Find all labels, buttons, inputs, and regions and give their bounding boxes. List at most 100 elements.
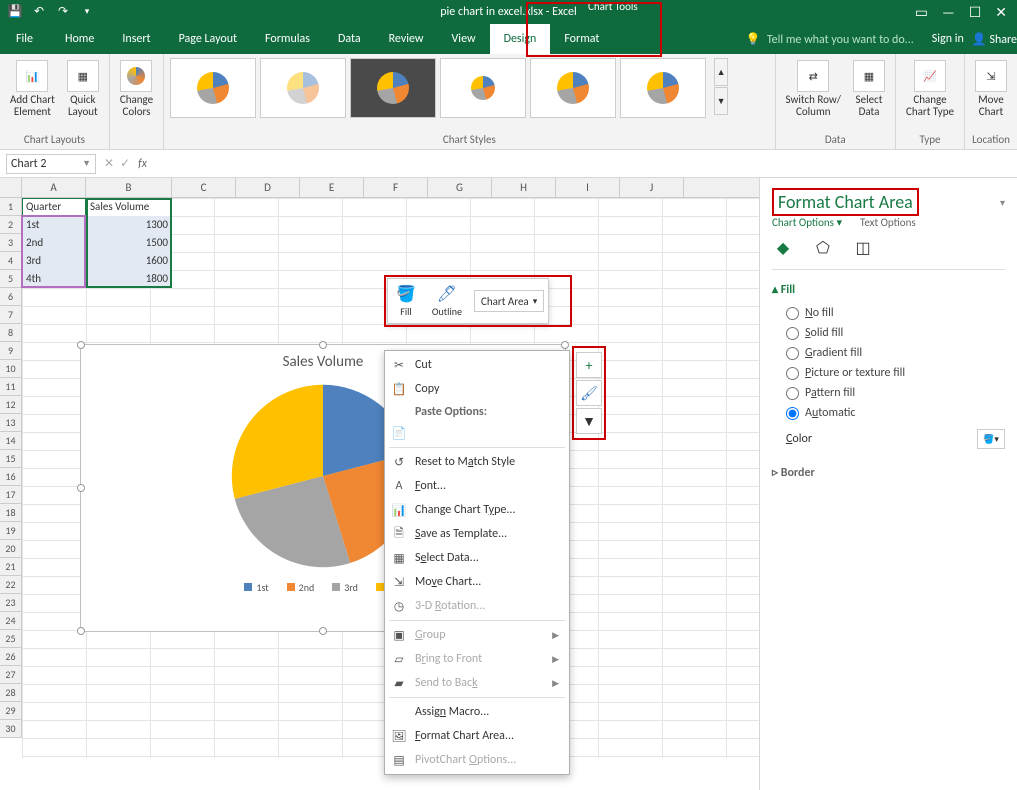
menu-change-chart-type[interactable]: 📊Change Chart Type...: [385, 498, 569, 522]
switch-row-column-button[interactable]: ⇄Switch Row/ Column: [782, 58, 845, 120]
add-chart-element-button[interactable]: 📊Add Chart Element: [6, 58, 59, 120]
tell-me-box[interactable]: 💡Tell me what you want to do...: [736, 32, 924, 47]
gallery-scroll-up[interactable]: ▲: [714, 58, 728, 86]
menu-assign-macro[interactable]: Assign Macro...: [385, 700, 569, 724]
cell-b1[interactable]: Sales Volume: [86, 198, 172, 216]
chevron-down-icon[interactable]: ▼: [82, 158, 91, 169]
fill-line-tab-icon[interactable]: ◆: [772, 237, 794, 259]
row-header[interactable]: 14: [0, 432, 22, 450]
style-thumb-4[interactable]: [440, 58, 526, 118]
cell-a1[interactable]: Quarter: [22, 198, 86, 216]
row-header[interactable]: 22: [0, 576, 22, 594]
row-header[interactable]: 30: [0, 720, 22, 738]
legend-item[interactable]: 2nd: [287, 581, 315, 594]
menu-reset-style[interactable]: ↺Reset to Match Style: [385, 450, 569, 474]
cell-b5[interactable]: 1800: [86, 270, 172, 288]
tab-data[interactable]: Data: [324, 24, 375, 54]
style-thumb-2[interactable]: [260, 58, 346, 118]
formula-input[interactable]: [155, 154, 1011, 174]
sign-in-link[interactable]: Sign in: [932, 32, 964, 46]
maximize-icon[interactable]: ☐: [969, 4, 982, 21]
fill-section-header[interactable]: ▴ Fill: [772, 282, 1005, 297]
cell-a5[interactable]: 4th: [22, 270, 86, 288]
redo-icon[interactable]: ↷: [54, 3, 72, 21]
save-icon[interactable]: 💾: [6, 3, 24, 21]
col-header[interactable]: I: [556, 178, 620, 197]
row-header[interactable]: 11: [0, 378, 22, 396]
style-thumb-3[interactable]: [350, 58, 436, 118]
quick-layout-button[interactable]: ▦Quick Layout: [63, 58, 103, 120]
row-header[interactable]: 7: [0, 306, 22, 324]
style-thumb-6[interactable]: [620, 58, 706, 118]
menu-copy[interactable]: 📋Copy: [385, 377, 569, 401]
legend-item[interactable]: 1st: [244, 581, 268, 594]
tab-file[interactable]: File: [0, 24, 51, 54]
select-data-button[interactable]: ▦Select Data: [849, 58, 889, 120]
row-header[interactable]: 8: [0, 324, 22, 342]
size-props-tab-icon[interactable]: ◫: [852, 237, 874, 259]
row-header[interactable]: 9: [0, 342, 22, 360]
chart-element-selector[interactable]: Chart Area▾: [474, 290, 544, 312]
style-thumb-5[interactable]: [530, 58, 616, 118]
tab-text-options[interactable]: Text Options: [860, 216, 916, 229]
chart-styles-button[interactable]: 🖌: [576, 380, 602, 406]
chart-styles-gallery[interactable]: [170, 58, 706, 118]
col-header[interactable]: C: [172, 178, 236, 197]
row-header[interactable]: 17: [0, 486, 22, 504]
select-all-corner[interactable]: [0, 178, 22, 197]
outline-dropdown[interactable]: 🖊Outline: [424, 283, 470, 320]
gallery-scroll-down[interactable]: ▼: [714, 87, 728, 115]
row-header[interactable]: 12: [0, 396, 22, 414]
row-header[interactable]: 3: [0, 234, 22, 252]
cell-a3[interactable]: 2nd: [22, 234, 86, 252]
row-header[interactable]: 21: [0, 558, 22, 576]
tab-design[interactable]: Design: [490, 24, 551, 54]
fill-dropdown[interactable]: 🪣Fill: [388, 283, 424, 320]
col-header[interactable]: A: [22, 178, 86, 197]
close-icon[interactable]: ✕: [995, 4, 1007, 21]
chevron-down-icon[interactable]: ▾: [1000, 196, 1005, 209]
menu-format-chart-area[interactable]: 🖼Format Chart Area...: [385, 724, 569, 748]
tab-chart-options[interactable]: Chart Options ▾: [772, 216, 842, 229]
row-header[interactable]: 25: [0, 630, 22, 648]
cell-b3[interactable]: 1500: [86, 234, 172, 252]
menu-font[interactable]: AFont...: [385, 474, 569, 498]
resize-handle[interactable]: [77, 627, 85, 635]
col-header[interactable]: H: [492, 178, 556, 197]
style-thumb-1[interactable]: [170, 58, 256, 118]
opt-pattern-fill[interactable]: Pattern fill: [772, 383, 1005, 403]
chart-elements-button[interactable]: +: [576, 352, 602, 378]
move-chart-button[interactable]: ⇲Move Chart: [971, 58, 1011, 120]
row-header[interactable]: 15: [0, 450, 22, 468]
menu-save-template[interactable]: 🗎Save as Template...: [385, 522, 569, 546]
row-header[interactable]: 28: [0, 684, 22, 702]
enter-icon[interactable]: ✓: [120, 156, 130, 171]
opt-automatic[interactable]: Automatic: [772, 403, 1005, 423]
row-header[interactable]: 5: [0, 270, 22, 288]
resize-handle[interactable]: [319, 341, 327, 349]
tab-format[interactable]: Format: [550, 24, 613, 54]
row-header[interactable]: 13: [0, 414, 22, 432]
worksheet[interactable]: A B C D E F G H I J 12345678910111213141…: [0, 178, 759, 790]
effects-tab-icon[interactable]: ⬠: [812, 237, 834, 259]
row-header[interactable]: 20: [0, 540, 22, 558]
col-header[interactable]: J: [620, 178, 684, 197]
cell-b2[interactable]: 1300: [86, 216, 172, 234]
row-header[interactable]: 23: [0, 594, 22, 612]
cell-a2[interactable]: 1st: [22, 216, 86, 234]
row-header[interactable]: 27: [0, 666, 22, 684]
opt-picture-fill[interactable]: Picture or texture fill: [772, 363, 1005, 383]
row-header[interactable]: 16: [0, 468, 22, 486]
row-header[interactable]: 24: [0, 612, 22, 630]
fx-icon[interactable]: fx: [138, 157, 147, 171]
row-header[interactable]: 4: [0, 252, 22, 270]
color-picker[interactable]: 🪣▾: [977, 429, 1005, 449]
tab-page-layout[interactable]: Page Layout: [165, 24, 251, 54]
legend-item[interactable]: 3rd: [332, 581, 358, 594]
col-header[interactable]: B: [86, 178, 172, 197]
col-header[interactable]: D: [236, 178, 300, 197]
cell-b4[interactable]: 1600: [86, 252, 172, 270]
opt-no-fill[interactable]: No fill: [772, 303, 1005, 323]
resize-handle[interactable]: [319, 627, 327, 635]
row-header[interactable]: 6: [0, 288, 22, 306]
